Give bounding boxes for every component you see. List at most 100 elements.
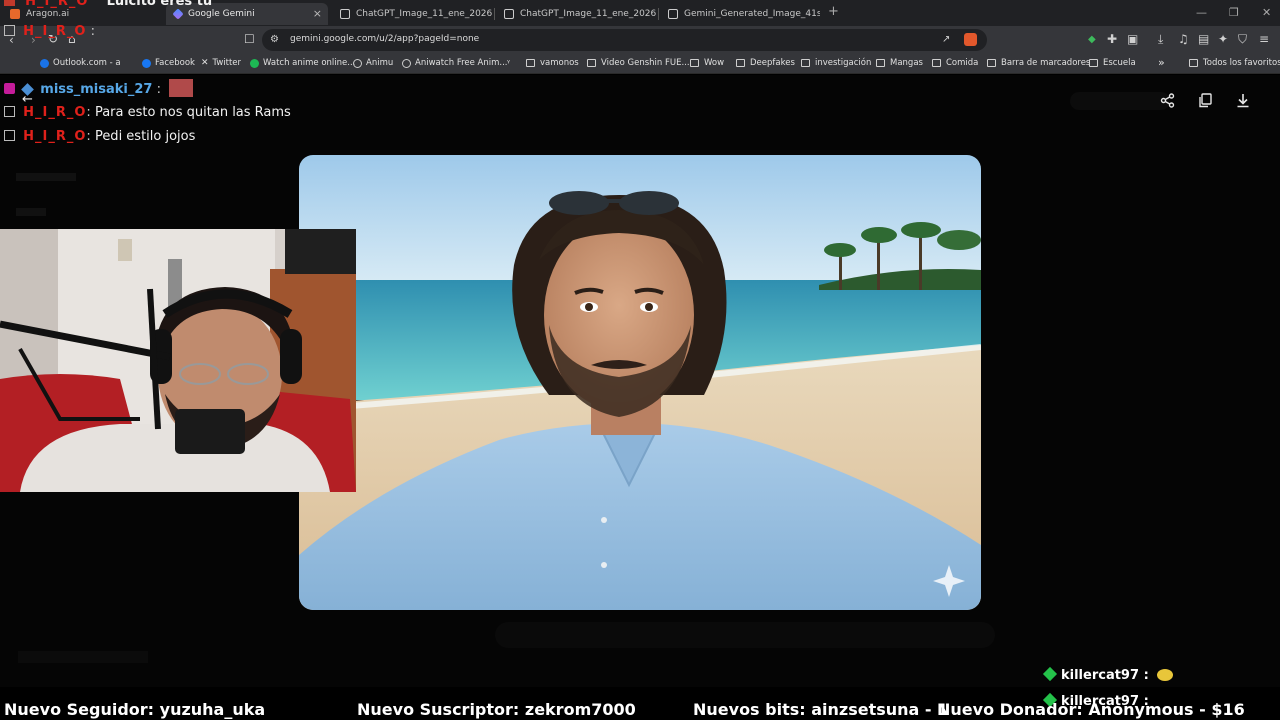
bookmark-folder-barra[interactable]: Barra de marcadores [987, 58, 1090, 68]
chat-line: killercat97 : [1042, 666, 1174, 683]
webcam-feed [0, 229, 356, 492]
bookmark-twitter[interactable]: ✕ Twitter [201, 58, 241, 68]
back-arrow-icon[interactable]: ← [22, 93, 33, 106]
shield-icon[interactable]: ⛉ [1238, 33, 1247, 45]
emote-image [169, 79, 194, 97]
chat-colon: : [156, 82, 161, 97]
folder-icon [932, 59, 941, 67]
bookmark-folder-wow[interactable]: Wow [690, 58, 724, 68]
folder-icon [736, 59, 745, 67]
screenshot-icon[interactable]: ▣ [1127, 33, 1138, 45]
faint-settings-item [18, 651, 148, 663]
chat-username: H_I_R_O [23, 24, 87, 39]
downloads-icon[interactable]: ⤓ [1158, 33, 1163, 45]
extension-icon[interactable]: ◆ [1088, 34, 1096, 46]
menu-icon[interactable]: ≡ [1259, 33, 1269, 45]
bookmark-watch-anime[interactable]: Watch anime online... [250, 58, 355, 68]
folder-icon [1189, 59, 1198, 67]
bookmark-facebook[interactable]: Facebook [142, 58, 195, 68]
chat-line: H_I_R_O: Para esto nos quitan las Rams [4, 105, 291, 120]
bookmark-folder-genshin[interactable]: Video Genshin FUE... [587, 58, 690, 68]
generated-beach-portrait [299, 155, 981, 610]
bookmark-animu[interactable]: Animu [353, 58, 393, 68]
generated-image[interactable] [299, 155, 981, 610]
close-window-icon[interactable]: ✕ [1262, 6, 1271, 19]
faint-prompt-input [495, 622, 995, 648]
globe-favicon-icon [504, 9, 514, 19]
chat-username: killercat97 [1061, 668, 1140, 683]
copy-icon[interactable] [1198, 93, 1212, 112]
folder-icon [876, 59, 885, 67]
download-icon[interactable] [1236, 93, 1250, 112]
chat-line: H_I_R_O: Pedi estilo jojos [4, 129, 195, 144]
bookmark-folder-deepfakes[interactable]: Deepfakes [736, 58, 795, 68]
anime-site-icon [250, 58, 259, 68]
tab-divider [658, 8, 659, 20]
heart-badge-icon [4, 83, 15, 94]
folder-icon [690, 59, 699, 67]
ticker-new-subscriber: Nuevo Suscriptor: zekrom7000 [357, 700, 636, 719]
globe-favicon-icon [340, 9, 350, 19]
green-gem-icon [1042, 666, 1058, 682]
sparkle-ai-icon[interactable]: ✦ [1218, 33, 1228, 45]
chat-username: miss_misaki_27 [40, 82, 153, 97]
bookmark-folder-investigacion[interactable]: investigación [801, 58, 871, 68]
chat-partial-top: H_I_R_O Luicito eres tu [4, 0, 212, 9]
minimize-icon[interactable]: — [1196, 6, 1207, 19]
puzzle-icon[interactable]: ✚ [1107, 33, 1117, 45]
chat-message: Luicito eres tu [106, 0, 213, 9]
folder-icon [526, 59, 535, 67]
chat-badge-icon [4, 25, 15, 36]
brave-shield-icon[interactable] [964, 33, 977, 46]
share-icon[interactable] [1160, 93, 1175, 112]
outlook-icon [40, 58, 49, 68]
chat-badge-icon [4, 106, 15, 117]
bookmark-unnamed[interactable]: ᵞ [507, 58, 510, 67]
bookmark-folder-vamonos[interactable]: vamonos [526, 58, 579, 68]
bookmark-star-icon[interactable]: ☐ [244, 33, 255, 45]
aniwatch-icon [402, 58, 411, 68]
folder-icon [987, 59, 996, 67]
bookmark-folder-escuela[interactable]: Escuela [1089, 58, 1136, 68]
all-bookmarks-folder[interactable]: Todos los favoritos [1189, 58, 1280, 68]
chat-message: Pedi estilo jojos [94, 129, 196, 144]
chat-message: Para esto nos quitan las Rams [94, 105, 291, 120]
ticker-new-donor: Nuevo Donador: Anonymous - $16 [937, 700, 1245, 719]
folder-icon [587, 59, 596, 67]
chat-colon: : [90, 24, 95, 39]
facebook-icon [142, 58, 151, 68]
tab-gemini-generated-image[interactable]: Gemini_Generated_Image_41se8841 [660, 3, 820, 25]
chat-colon: : [86, 129, 95, 144]
close-tab-icon[interactable]: × [313, 7, 322, 20]
url-text[interactable]: gemini.google.com/u/2/app?pageId=none [290, 34, 479, 44]
new-tab-button[interactable]: + [828, 4, 839, 19]
globe-favicon-icon [668, 9, 678, 19]
music-icon[interactable]: ♫ [1178, 33, 1189, 45]
tab-chatgpt-image-2[interactable]: ChatGPT_Image_11_ene_2026_18_58 [496, 3, 656, 25]
bookmark-folder-mangas[interactable]: Mangas [876, 58, 923, 68]
ticker-new-bits: Nuevos bits: ainzsetsuna - 1 [693, 700, 949, 719]
x-twitter-icon: ✕ [201, 58, 209, 68]
bookmarks-bar: Outlook.com - a Facebook ✕ Twitter Watch … [0, 54, 1280, 74]
toolbar: ‹ › ↻ ⌂ ☐ ⚙ gemini.google.com/u/2/app?pa… [0, 26, 1280, 54]
site-info-icon[interactable]: ⚙ [270, 34, 279, 46]
share-page-icon[interactable]: ↗ [942, 34, 950, 46]
bookmark-folder-comida[interactable]: Comida [932, 58, 978, 68]
faint-sidebar-item [16, 208, 46, 216]
faint-header-pill [1070, 92, 1170, 110]
maximize-icon[interactable]: ❐ [1229, 6, 1239, 19]
bookmark-aniwatch[interactable]: Aniwatch Free Anim... [402, 58, 508, 68]
bookmarks-overflow-button[interactable]: » [1158, 56, 1165, 69]
wallet-icon[interactable]: ▤ [1198, 33, 1209, 45]
gemini-favicon-icon [172, 8, 184, 20]
aragon-favicon-icon [10, 9, 20, 19]
chat-badge-icon [4, 130, 15, 141]
faint-sidebar-item [16, 173, 76, 181]
tab-divider [494, 8, 495, 20]
bookmark-outlook[interactable]: Outlook.com - a [40, 58, 121, 68]
emote-image [1157, 669, 1174, 681]
streamer-webcam [0, 229, 356, 492]
tab-chatgpt-image-1[interactable]: ChatGPT_Image_11_ene_2026_18_58 [332, 3, 492, 25]
address-bar[interactable]: ⚙ gemini.google.com/u/2/app?pageId=none … [262, 29, 987, 51]
globe-icon [353, 58, 362, 68]
